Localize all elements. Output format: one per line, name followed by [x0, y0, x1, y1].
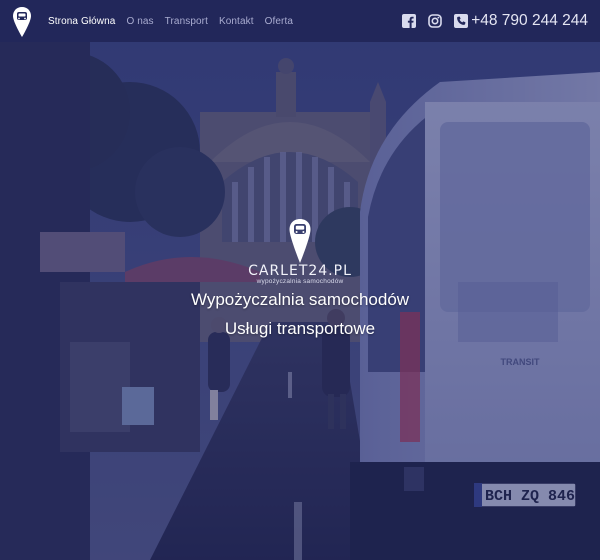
nav-item-offer[interactable]: Oferta [265, 16, 293, 27]
site-header: Strona Główna O nas Transport Kontakt Of… [0, 0, 600, 42]
hero-tagline-rental: Wypożyczalnia samochodów [190, 290, 410, 309]
location-pin-icon [289, 219, 311, 263]
nav-item-home[interactable]: Strona Główna [48, 16, 115, 27]
location-pin-logo-icon[interactable] [12, 6, 32, 38]
brand-name: CARLET24.PL [248, 263, 352, 279]
brand-logo: CARLET24.PL wypożyczalnia samochodów [0, 218, 600, 285]
phone-icon[interactable] [454, 14, 469, 28]
header-contacts: +48 790 244 244 [390, 0, 588, 42]
main-nav: Strona Główna O nas Transport Kontakt Of… [48, 0, 304, 42]
nav-item-contact[interactable]: Kontakt [219, 16, 254, 27]
hero-section: TRANSIT BCH ZQ 846 CARLET24.PL wypożycza… [0, 42, 600, 560]
nav-item-about[interactable]: O nas [126, 16, 153, 27]
nav-item-transport[interactable]: Transport [165, 16, 208, 27]
hero-tagline-transport: Usługi transportowe [224, 319, 376, 338]
phone-number-link[interactable]: +48 790 244 244 [471, 12, 588, 30]
instagram-icon[interactable] [428, 14, 443, 28]
brand-subtitle: wypożyczalnia samochodów [256, 278, 344, 285]
facebook-icon[interactable] [402, 14, 417, 28]
